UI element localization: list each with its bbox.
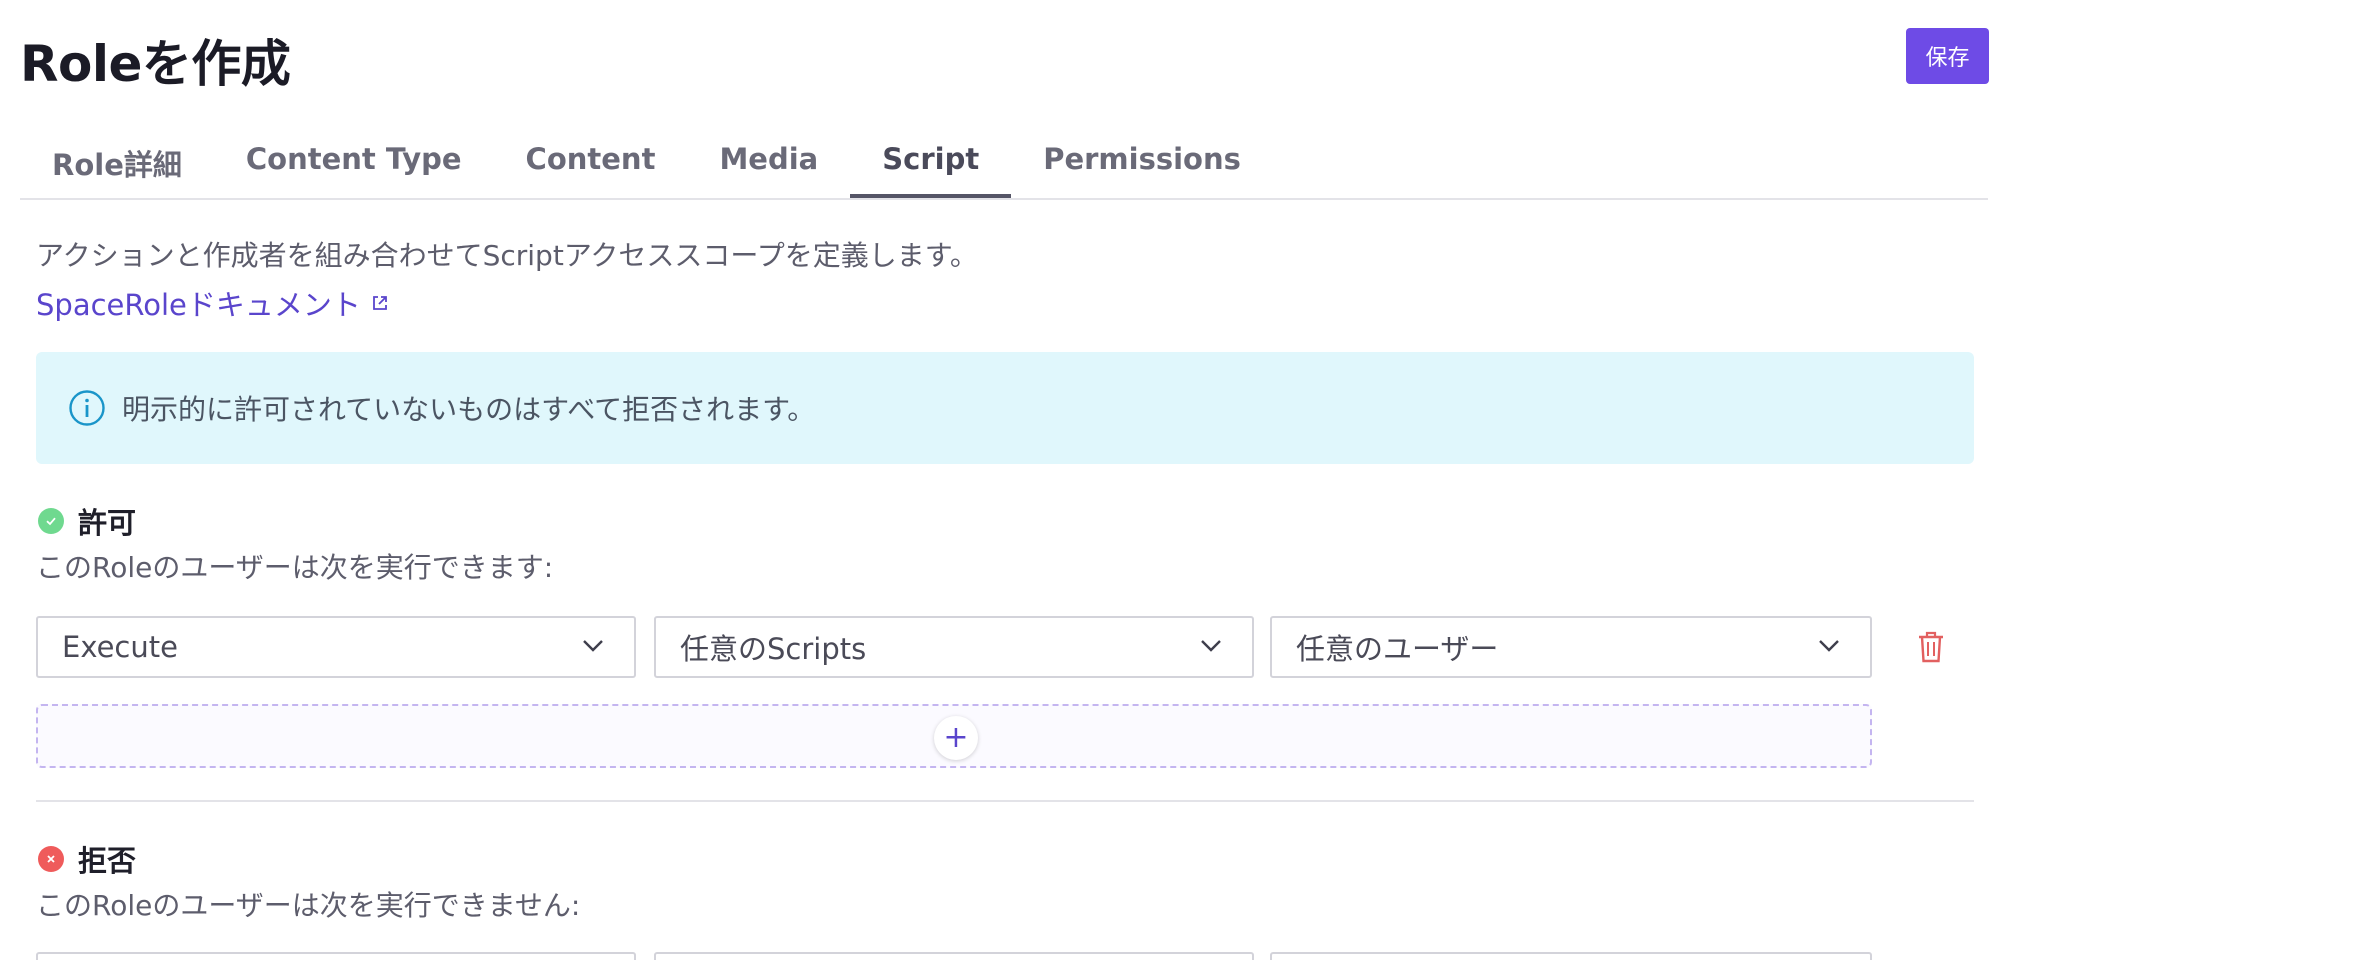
allow-target-select[interactable]: 任意のScripts — [654, 616, 1254, 678]
deny-section-title: 拒否 — [78, 844, 137, 878]
tab-bar: Role詳細 Content Type Content Media Script… — [20, 130, 1988, 200]
page-title: Roleを作成 — [20, 35, 291, 93]
add-allow-rule-row[interactable]: + — [36, 704, 1872, 768]
script-scope-description: アクションと作成者を組み合わせてScriptアクセススコープを定義します。 — [36, 239, 978, 272]
deny-action-select[interactable] — [36, 952, 636, 960]
allow-target-value: 任意のScripts — [680, 632, 867, 666]
spacerole-docs-link[interactable]: SpaceRoleドキュメント — [36, 282, 389, 324]
tab-role-details[interactable]: Role詳細 — [20, 130, 214, 198]
section-divider — [36, 800, 1974, 802]
allow-section-header: 許可 — [38, 500, 136, 542]
x-circle-icon — [38, 846, 64, 872]
allow-section-title: 許可 — [78, 506, 137, 540]
check-circle-icon — [38, 508, 64, 534]
info-callout: 明示的に許可されていないものはすべて拒否されます。 — [36, 352, 1974, 464]
chevron-down-icon — [583, 640, 603, 652]
doc-link-label: SpaceRoleドキュメント — [36, 288, 361, 322]
chevron-down-icon — [1201, 640, 1221, 652]
allow-author-select[interactable]: 任意のユーザー — [1270, 616, 1872, 678]
external-link-icon — [372, 296, 387, 310]
info-icon — [69, 390, 105, 426]
deny-author-select[interactable] — [1270, 952, 1872, 960]
allow-section-subtitle: このRoleのユーザーは次を実行できます: — [36, 551, 554, 584]
tab-permissions[interactable]: Permissions — [1011, 130, 1273, 198]
save-button[interactable]: 保存 — [1906, 28, 1989, 84]
deny-target-select[interactable] — [654, 952, 1254, 960]
tab-script[interactable]: Script — [850, 130, 1012, 198]
deny-section-header: 拒否 — [38, 838, 136, 880]
role-create-page: Roleを作成 保存 Role詳細 Content Type Content M… — [0, 0, 2356, 960]
chevron-down-icon — [1819, 640, 1839, 652]
deny-section-subtitle: このRoleのユーザーは次を実行できません: — [36, 889, 581, 922]
info-callout-text: 明示的に許可されていないものはすべて拒否されます。 — [122, 393, 816, 426]
allow-author-value: 任意のユーザー — [1296, 632, 1499, 666]
add-rule-button[interactable]: + — [934, 716, 978, 760]
tab-media[interactable]: Media — [687, 130, 850, 198]
tab-content-type[interactable]: Content Type — [214, 130, 494, 198]
allow-action-value: Execute — [62, 630, 178, 664]
trash-icon[interactable] — [1916, 630, 1946, 664]
tab-content[interactable]: Content — [494, 130, 688, 198]
allow-action-select[interactable]: Execute — [36, 616, 636, 678]
